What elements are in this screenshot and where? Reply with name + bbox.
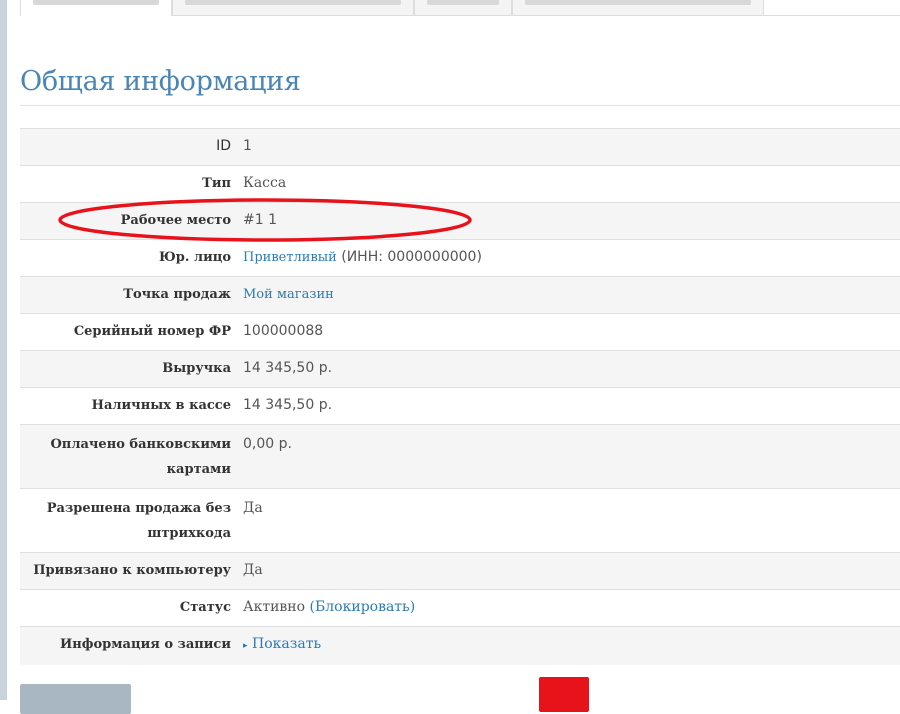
status-text: Активно (243, 599, 306, 615)
row-status: Статус Активно (Блокировать) (20, 589, 900, 627)
block-link[interactable]: Блокировать (315, 599, 410, 615)
left-rail (0, 0, 7, 700)
inn-text: (ИНН: 0000000000) (336, 249, 482, 265)
row-cards: Оплачено банковскими картами 0,00 р. (20, 424, 900, 489)
row-value: Мой магазин (243, 277, 900, 314)
row-value: 14 345,50 р. (243, 397, 333, 413)
tab-active[interactable] (20, 0, 172, 16)
row-record-info: Информация о записи ▸ Показать (20, 626, 900, 666)
caret-right-icon[interactable]: ▸ (243, 641, 248, 651)
row-revenue: Выручка 14 345,50 р. (20, 350, 900, 388)
row-legal-entity: Юр. лицо Приветливый (ИНН: 0000000000) (20, 239, 900, 277)
row-value: 1 (243, 138, 252, 154)
row-value: #1 1 (243, 212, 277, 228)
row-value: Активно (Блокировать) (243, 590, 900, 627)
row-label-line1: Оплачено банковскими (50, 437, 231, 452)
tab-2[interactable] (172, 0, 414, 15)
row-workplace: Рабочее место #1 1 (20, 202, 900, 240)
row-label: Статус (179, 600, 231, 615)
status-paren-open: ( (305, 599, 315, 615)
row-label: Информация о записи (59, 637, 231, 652)
danger-button[interactable] (539, 677, 589, 712)
row-value: Да (243, 562, 263, 578)
row-label: Тип (202, 176, 231, 191)
row-value: 14 345,50 р. (243, 360, 333, 376)
row-value: Да (243, 500, 263, 516)
row-label: Точка продаж (123, 287, 231, 302)
row-label: Оплачено банковскими картами (20, 425, 243, 489)
tab-bar (20, 0, 900, 16)
row-type: Тип Касса (20, 165, 900, 203)
row-label-line2: штрихкода (147, 526, 231, 541)
row-cash: Наличных в кассе 14 345,50 р. (20, 387, 900, 425)
row-value: Касса (243, 175, 287, 191)
row-label: Выручка (162, 361, 231, 376)
row-value: 100000088 (243, 323, 324, 339)
row-label: Наличных в кассе (91, 398, 231, 413)
tab-4[interactable] (512, 0, 764, 15)
row-label: ID (216, 138, 231, 154)
row-id: ID 1 (20, 128, 900, 166)
row-label-line2: картами (166, 462, 231, 477)
legal-entity-link[interactable]: Приветливый (243, 250, 337, 265)
row-computer: Привязано к компьютеру Да (20, 552, 900, 590)
secondary-button[interactable] (20, 684, 131, 714)
row-value: ▸ Показать (243, 627, 900, 666)
row-value: 0,00 р. (243, 436, 292, 452)
row-label: Серийный номер ФР (73, 324, 231, 339)
info-table: ID 1 Тип Касса Рабочее место #1 1 Юр. ли… (20, 128, 900, 665)
tab-3[interactable] (414, 0, 512, 15)
row-barcode: Разрешена продажа без штрихкода Да (20, 488, 900, 553)
row-label-line1: Разрешена продажа без (46, 501, 231, 516)
row-value: Приветливый (ИНН: 0000000000) (243, 240, 900, 277)
row-label: Юр. лицо (159, 250, 231, 265)
page-title: Общая информация (20, 66, 301, 97)
show-link[interactable]: Показать (252, 636, 321, 652)
row-serial: Серийный номер ФР 100000088 (20, 313, 900, 351)
title-divider (20, 105, 900, 106)
row-label: Привязано к компьютеру (33, 563, 231, 578)
row-label: Рабочее место (120, 213, 231, 228)
row-point-of-sale: Точка продаж Мой магазин (20, 276, 900, 314)
status-paren-close: ) (409, 599, 416, 615)
point-of-sale-link[interactable]: Мой магазин (243, 287, 334, 302)
row-label: Разрешена продажа без штрихкода (20, 489, 243, 553)
